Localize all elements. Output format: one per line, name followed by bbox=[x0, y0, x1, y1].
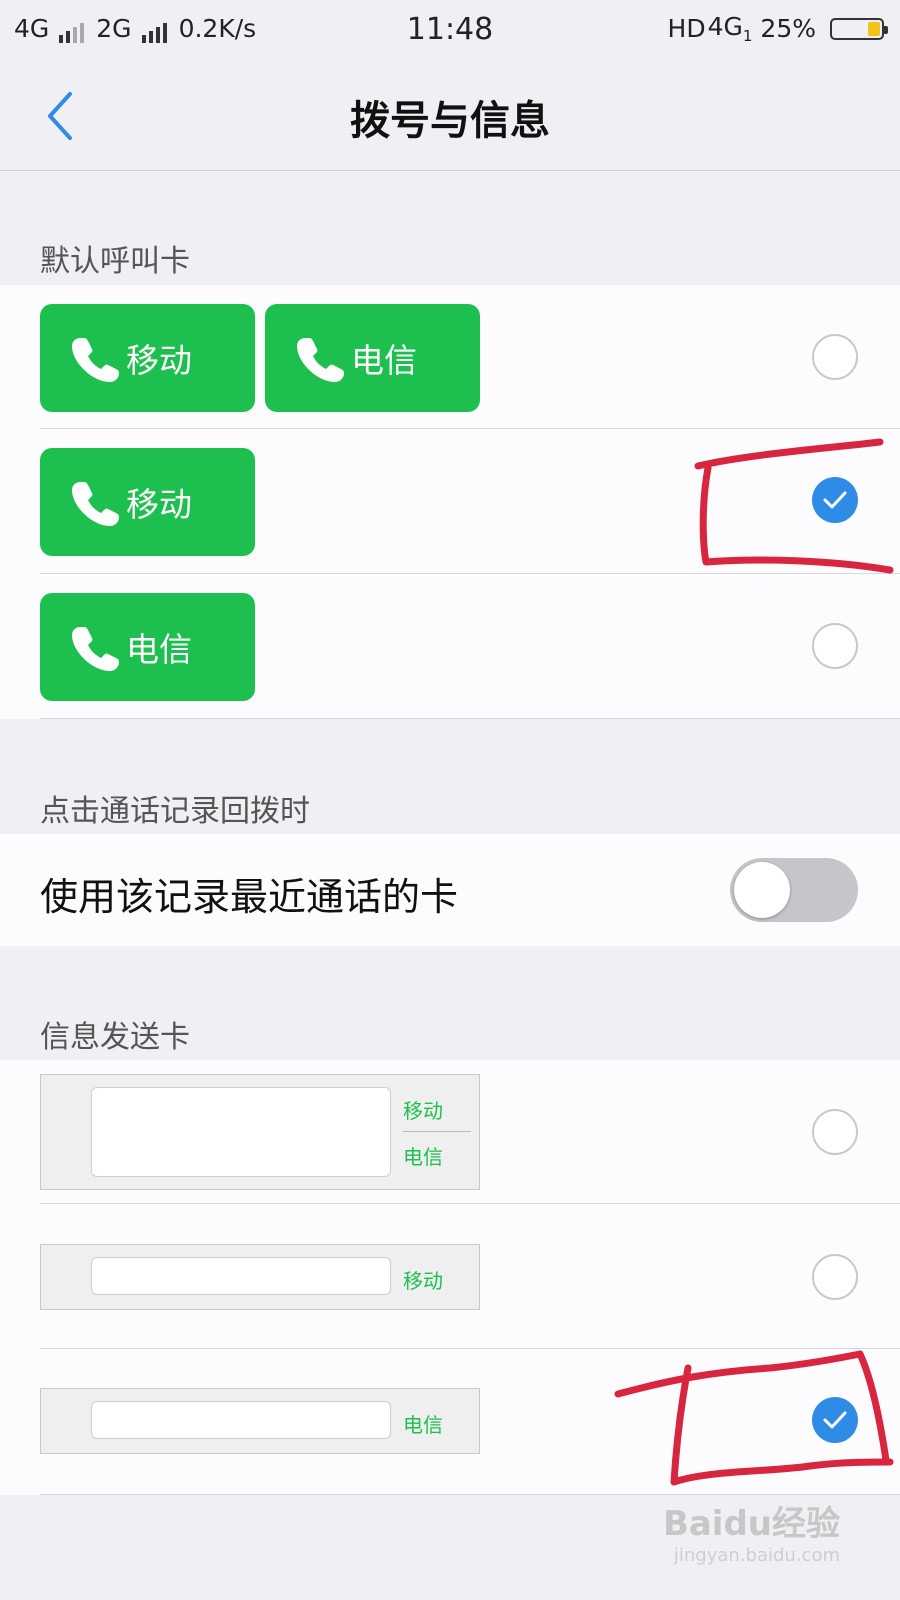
phone-icon bbox=[72, 482, 119, 526]
message-option-both[interactable]: 移动 电信 bbox=[0, 1060, 900, 1204]
preview-label-telecom: 电信 bbox=[403, 1413, 443, 1437]
radio-unselected[interactable] bbox=[812, 1254, 858, 1300]
navigation-bar: 拨号与信息 bbox=[0, 62, 900, 171]
message-option-telecom[interactable]: 电信 bbox=[0, 1349, 900, 1495]
preview-screen bbox=[91, 1087, 391, 1177]
callback-group: 使用该记录最近通话的卡 bbox=[0, 834, 900, 946]
dual-sim-preview: 移动 电信 bbox=[40, 1074, 480, 1190]
preview-screen bbox=[91, 1401, 391, 1439]
preview-label-mobile: 移动 bbox=[403, 1269, 443, 1293]
section-label-message-card: 信息发送卡 bbox=[40, 1020, 190, 1055]
sim-label: 电信 bbox=[351, 341, 417, 380]
use-recent-card-toggle[interactable] bbox=[730, 858, 858, 922]
divider bbox=[40, 1494, 900, 1495]
phone-icon bbox=[72, 627, 119, 671]
status-bar: 4G 2G 0.2K/s 11:48 HD 4G1 25% bbox=[0, 0, 900, 62]
radio-unselected[interactable] bbox=[812, 1109, 858, 1155]
toggle-label: 使用该记录最近通话的卡 bbox=[40, 875, 459, 919]
sim-label: 移动 bbox=[126, 485, 192, 524]
section-label-callback: 点击通话记录回拨时 bbox=[40, 794, 310, 829]
radio-selected[interactable] bbox=[812, 477, 858, 523]
watermark: Baidu经验 jingyan.baidu.com bbox=[663, 1496, 840, 1566]
divider bbox=[40, 718, 900, 719]
page-title: 拨号与信息 bbox=[350, 98, 550, 144]
sim-label: 电信 bbox=[126, 630, 192, 669]
battery-icon bbox=[830, 17, 888, 40]
radio-unselected[interactable] bbox=[812, 334, 858, 380]
call-card-group: 移动 电信 移动 电信 bbox=[0, 285, 900, 719]
message-option-mobile[interactable]: 移动 bbox=[0, 1204, 900, 1349]
network-4g-indicator: 4G1 bbox=[708, 12, 753, 45]
sim-badge-telecom: 电信 bbox=[40, 593, 255, 701]
message-card-group: 移动 电信 移动 电信 bbox=[0, 1060, 900, 1495]
toggle-knob bbox=[734, 862, 790, 918]
sim-badge-mobile: 移动 bbox=[40, 304, 255, 412]
sim-label: 移动 bbox=[126, 341, 192, 380]
preview-label-mobile: 移动 bbox=[403, 1099, 443, 1123]
radio-unselected[interactable] bbox=[812, 623, 858, 669]
sim-badge-mobile: 移动 bbox=[40, 448, 255, 556]
phone-icon bbox=[72, 338, 119, 382]
preview-label-telecom: 电信 bbox=[403, 1145, 443, 1169]
single-sim-preview: 移动 bbox=[40, 1244, 480, 1310]
radio-selected[interactable] bbox=[812, 1397, 858, 1443]
sim-badge-telecom: 电信 bbox=[265, 304, 480, 412]
checkmark-icon bbox=[823, 491, 847, 509]
network-4g-sub: 1 bbox=[742, 27, 753, 45]
status-right: HD 4G1 25% bbox=[667, 12, 888, 45]
network-4g-text: 4G bbox=[707, 12, 743, 41]
call-option-telecom[interactable]: 电信 bbox=[0, 574, 900, 719]
watermark-url: jingyan.baidu.com bbox=[673, 1545, 840, 1566]
preview-screen bbox=[91, 1257, 391, 1295]
preview-separator bbox=[403, 1131, 471, 1132]
single-sim-preview: 电信 bbox=[40, 1388, 480, 1454]
call-option-both[interactable]: 移动 电信 bbox=[0, 285, 900, 429]
hd-indicator: HD bbox=[667, 14, 706, 43]
battery-percent: 25% bbox=[760, 14, 816, 43]
phone-icon bbox=[297, 338, 344, 382]
callback-toggle-row[interactable]: 使用该记录最近通话的卡 bbox=[0, 834, 900, 946]
call-option-mobile[interactable]: 移动 bbox=[0, 429, 900, 574]
section-label-default-call-card: 默认呼叫卡 bbox=[40, 244, 190, 279]
watermark-brand: Baidu经验 bbox=[662, 1504, 840, 1544]
checkmark-icon bbox=[823, 1411, 847, 1429]
